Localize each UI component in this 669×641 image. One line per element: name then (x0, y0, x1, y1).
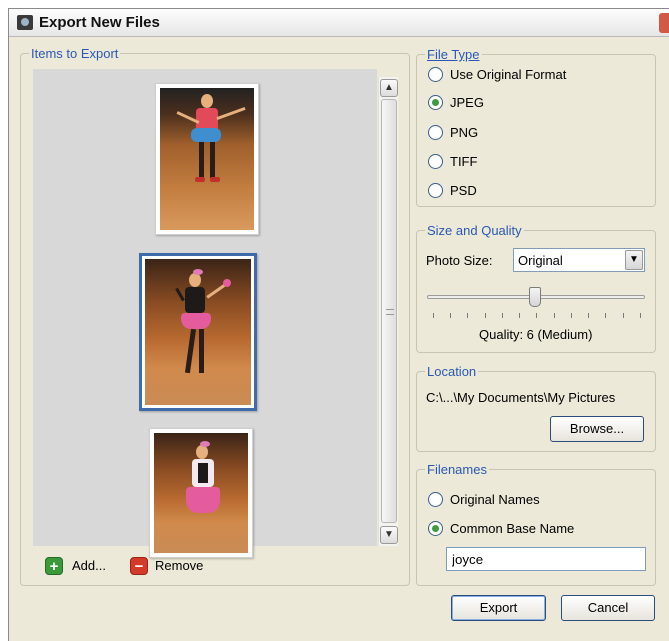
radio-tiff[interactable]: TIFF (428, 154, 477, 169)
filenames-legend: Filenames (427, 462, 487, 477)
radio-label: Use Original Format (450, 67, 567, 82)
add-icon[interactable]: + (45, 557, 63, 575)
dialog-title: Export New Files (39, 14, 160, 31)
radio-label: Common Base Name (450, 521, 575, 536)
location-legend: Location (427, 364, 477, 379)
photo-size-value: Original (518, 253, 563, 268)
photo-image (154, 433, 248, 553)
location-path: C:\...\My Documents\My Pictures (426, 390, 616, 405)
scrollbar-thumb[interactable] (381, 99, 397, 523)
app-icon (17, 15, 33, 30)
radio-common-base-name[interactable]: Common Base Name (428, 521, 574, 536)
radio-original-names[interactable]: Original Names (428, 492, 540, 507)
thumbnail-scrollbar[interactable]: ▲ ▼ (378, 77, 398, 546)
photo-size-select[interactable]: Original ▼ (513, 248, 645, 272)
close-icon[interactable] (659, 13, 669, 33)
scroll-up-icon[interactable]: ▲ (380, 79, 398, 97)
radio-use-original-format[interactable]: Use Original Format (428, 67, 566, 82)
size-and-quality-legend: Size and Quality (427, 223, 522, 238)
remove-button[interactable]: Remove (155, 558, 203, 573)
radio-label: PNG (450, 125, 479, 140)
radio-selected-icon[interactable] (428, 95, 443, 110)
radio-label: JPEG (450, 95, 484, 110)
scroll-down-icon[interactable]: ▼ (380, 526, 398, 544)
thumbnail-photo-2-selected[interactable] (139, 253, 257, 411)
photo-image (160, 88, 254, 230)
browse-button[interactable]: Browse... (550, 416, 644, 442)
radio-label: PSD (450, 183, 477, 198)
title-bar: Export New Files (9, 9, 669, 37)
radio-selected-icon[interactable] (428, 521, 443, 536)
items-to-export-legend: Items to Export (31, 46, 119, 61)
scrollbar-grip-icon (386, 309, 394, 315)
radio-circle-icon[interactable] (428, 492, 443, 507)
chevron-down-icon[interactable]: ▼ (625, 250, 643, 270)
add-button[interactable]: Add... (72, 558, 106, 573)
quality-slider-ticks (433, 313, 641, 318)
thumbnail-photo-1[interactable] (155, 83, 259, 235)
radio-psd[interactable]: PSD (428, 183, 477, 198)
radio-circle-icon[interactable] (428, 67, 443, 82)
radio-png[interactable]: PNG (428, 125, 478, 140)
quality-label: Quality: 6 (Medium) (479, 327, 593, 342)
thumbnail-list[interactable] (33, 69, 377, 558)
quality-slider-thumb[interactable] (529, 287, 541, 307)
photo-size-label: Photo Size: (426, 253, 493, 268)
radio-label: Original Names (450, 492, 540, 507)
radio-label: TIFF (450, 154, 478, 169)
cancel-button[interactable]: Cancel (561, 595, 655, 621)
file-type-legend: File Type (427, 47, 480, 62)
radio-circle-icon[interactable] (428, 183, 443, 198)
photo-image (145, 259, 251, 405)
radio-circle-icon[interactable] (428, 154, 443, 169)
thumbnail-photo-3[interactable] (149, 428, 253, 558)
base-name-input[interactable] (446, 547, 646, 571)
export-button[interactable]: Export (451, 595, 546, 621)
radio-circle-icon[interactable] (428, 125, 443, 140)
radio-jpeg[interactable]: JPEG (428, 95, 484, 110)
remove-icon[interactable]: − (130, 557, 148, 575)
